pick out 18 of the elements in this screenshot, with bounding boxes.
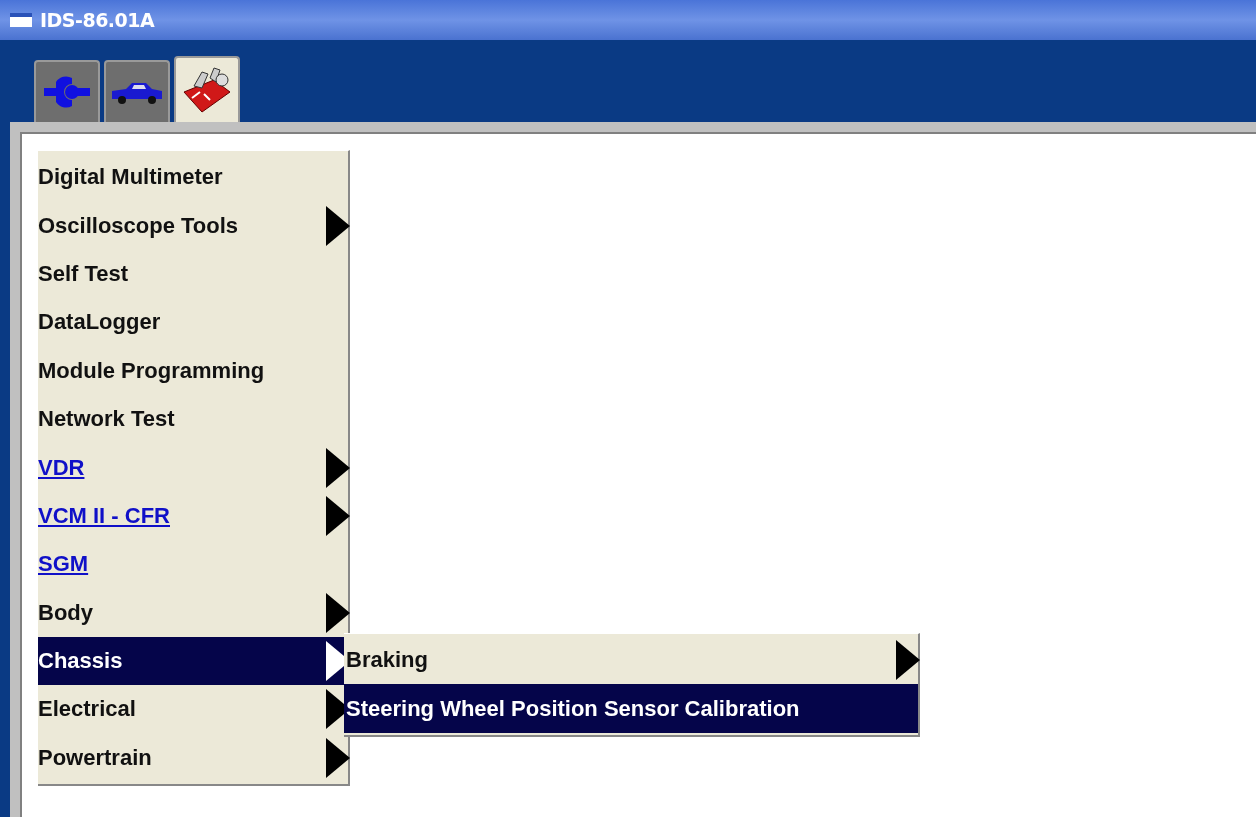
menu-item[interactable]: SGM — [38, 540, 348, 589]
menu-item[interactable]: Network Test — [38, 394, 348, 444]
window-icon — [10, 13, 32, 27]
menu-item[interactable]: Body — [38, 588, 348, 637]
menu-item[interactable]: Steering Wheel Position Sensor Calibration — [344, 684, 918, 733]
tab[interactable] — [34, 60, 100, 122]
menu-item[interactable]: VDR — [38, 443, 348, 492]
menu-item[interactable]: Self Test — [38, 249, 348, 299]
window-title: IDS-86.01A — [40, 9, 155, 31]
tab[interactable] — [174, 56, 240, 122]
menu-item[interactable]: Module Programming — [38, 346, 348, 395]
menu-item[interactable]: DataLogger — [38, 298, 348, 347]
menu-item[interactable]: Powertrain — [38, 733, 348, 783]
menu-item[interactable]: Digital Multimeter — [38, 153, 348, 202]
menu-item[interactable]: VCM II - CFR — [38, 491, 348, 541]
tab[interactable] — [104, 60, 170, 122]
connector-icon — [42, 74, 92, 110]
menu-item[interactable]: Oscilloscope Tools — [38, 201, 348, 250]
